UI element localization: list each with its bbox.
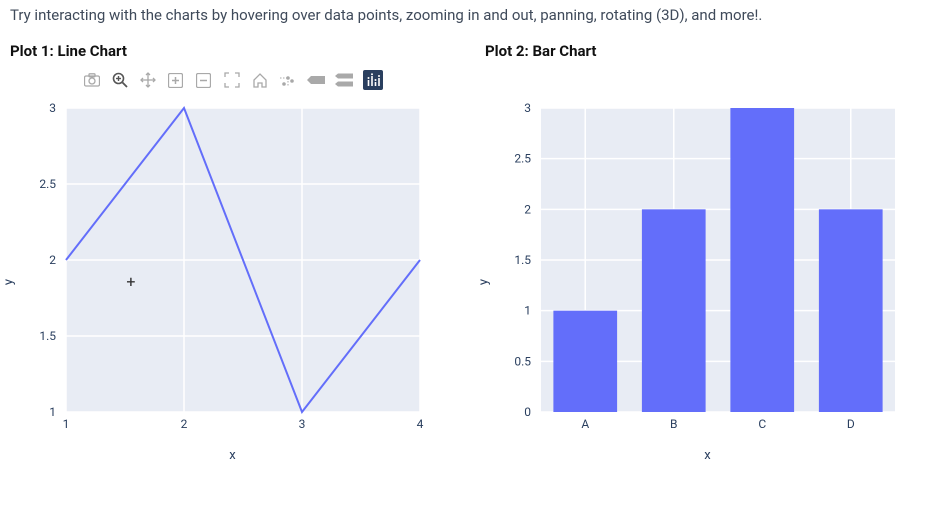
reset-axes-icon[interactable] <box>251 71 269 89</box>
line-chart[interactable]: y 123411.522.53+ x <box>10 100 455 463</box>
bar[interactable] <box>730 108 794 412</box>
bar[interactable] <box>642 209 706 412</box>
x-tick-label: 3 <box>299 417 306 431</box>
hover-closest-icon[interactable] <box>307 71 325 89</box>
y-tick-label: 0 <box>524 405 531 419</box>
y-tick-label: 3 <box>49 101 56 115</box>
plot-left-title: Plot 1: Line Chart <box>10 42 455 60</box>
zoom-in-icon[interactable] <box>167 71 185 89</box>
y-tick-label: 1 <box>49 405 56 419</box>
bar[interactable] <box>553 311 617 412</box>
bar-y-axis-title: y <box>477 278 492 284</box>
line-y-axis-title: y <box>2 278 17 284</box>
plot-left: Plot 1: Line Chart <box>10 42 455 463</box>
plot-right-title: Plot 2: Bar Chart <box>485 42 930 60</box>
line-chart-svg[interactable]: 123411.522.53+ <box>10 100 430 440</box>
y-tick-label: 3 <box>524 101 531 115</box>
y-tick-label: 1.5 <box>39 329 56 343</box>
y-tick-label: 1 <box>524 304 531 318</box>
x-tick-label: C <box>758 417 766 431</box>
x-tick-label: 4 <box>417 417 424 431</box>
x-tick-label: 1 <box>63 417 70 431</box>
pan-icon[interactable] <box>139 71 157 89</box>
x-tick-label: D <box>847 417 855 431</box>
x-tick-label: B <box>670 417 677 431</box>
bar-chart-svg[interactable]: 0 0.5 1 1.5 2 2.5 3 A B C D <box>485 100 905 440</box>
y-tick-label: 1.5 <box>514 253 531 267</box>
modebar-spacer <box>485 66 930 100</box>
modebar <box>10 66 455 94</box>
y-tick-label: 0.5 <box>514 354 531 368</box>
plot-right: Plot 2: Bar Chart y 00.511.522.53ABCD x <box>485 42 930 463</box>
y-tick-label: 2.5 <box>514 152 531 166</box>
spike-lines-icon[interactable] <box>279 71 297 89</box>
y-tick-label: 2 <box>524 202 531 216</box>
plotly-logo-icon[interactable] <box>363 70 383 90</box>
bar-x-axis-title: x <box>485 448 930 463</box>
zoom-out-icon[interactable] <box>195 71 213 89</box>
y-tick-label: 2.5 <box>39 177 56 191</box>
line-x-axis-title: x <box>10 448 455 463</box>
zoom-icon[interactable] <box>111 71 129 89</box>
bar-chart[interactable]: y 00.511.522.53ABCD x <box>485 100 930 463</box>
x-tick-label: A <box>581 417 589 431</box>
charts-row: Plot 1: Line Chart <box>10 42 930 463</box>
hover-compare-icon[interactable] <box>335 71 353 89</box>
bar[interactable] <box>819 209 883 412</box>
intro-text: Try interacting with the charts by hover… <box>10 6 930 24</box>
y-tick-label: 2 <box>49 253 56 267</box>
autoscale-icon[interactable] <box>223 71 241 89</box>
camera-icon[interactable] <box>83 71 101 89</box>
x-tick-label: 2 <box>181 417 188 431</box>
